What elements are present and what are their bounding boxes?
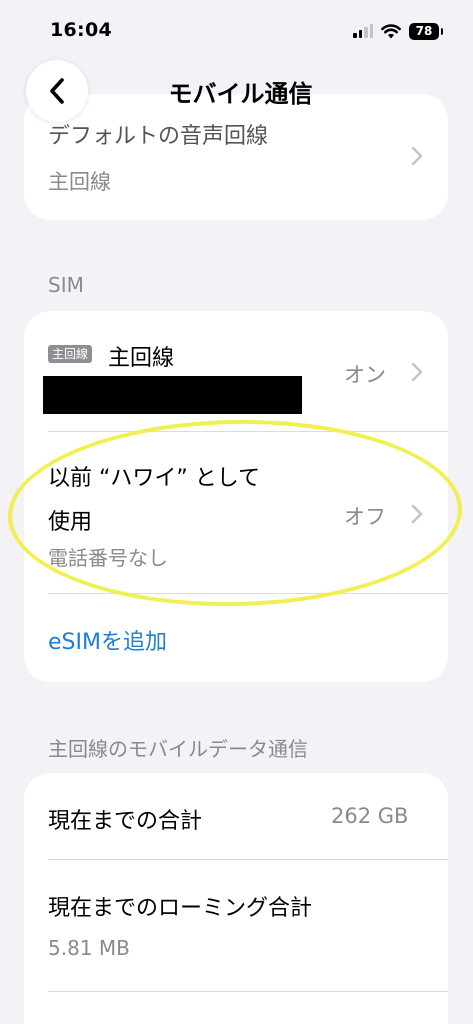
previous-sim-subtitle: 電話番号なし <box>48 546 168 570</box>
status-bar: 16:04 78 <box>0 0 473 60</box>
primary-sim-status: オン <box>344 363 386 387</box>
primary-line-badge: 主回線 <box>48 345 93 363</box>
chevron-right-icon <box>411 362 423 382</box>
data-usage-total-label: 現在までの合計 <box>48 809 203 834</box>
default-voice-line-value: 主回線 <box>48 170 111 194</box>
data-usage-total-row: 現在までの合計 262 GB <box>24 773 448 859</box>
default-voice-line-label: デフォルトの音声回線 <box>48 124 269 149</box>
previous-sim-label-line1: 以前 “ハワイ” として <box>48 466 261 491</box>
status-time: 16:04 <box>50 19 112 41</box>
chevron-right-icon <box>411 146 423 166</box>
chevron-left-icon <box>50 78 64 104</box>
battery-icon: 78 <box>409 22 443 40</box>
wifi-icon <box>381 23 401 38</box>
data-section-header: 主回線のモバイルデータ通信 <box>48 737 308 761</box>
sim-card: 主回線 主回線 オン 以前 “ハワイ” として 使用 電話番号なし オフ eSI… <box>24 311 448 682</box>
roaming-total-value: 5.81 MB <box>48 936 130 960</box>
previous-sim-status: オフ <box>344 505 386 529</box>
previous-sim-label-line2: 使用 <box>48 510 93 535</box>
data-usage-card: 現在までの合計 262 GB 現在までのローミング合計 5.81 MB <box>24 773 448 1024</box>
divider <box>48 593 448 594</box>
cellular-signal-icon <box>353 24 373 38</box>
redacted-phone-number <box>43 376 302 414</box>
divider <box>48 991 448 992</box>
roaming-total-label: 現在までのローミング合計 <box>48 896 313 921</box>
data-usage-total-value: 262 GB <box>331 804 409 828</box>
back-button[interactable] <box>26 60 88 122</box>
primary-sim-row[interactable]: 主回線 主回線 オン <box>24 311 448 431</box>
default-voice-line-row[interactable]: デフォルトの音声回線 主回線 <box>24 94 448 220</box>
chevron-right-icon <box>411 504 423 524</box>
roaming-total-row: 現在までのローミング合計 5.81 MB <box>24 860 448 990</box>
primary-sim-label: 主回線 <box>108 346 175 371</box>
status-icons: 78 <box>353 20 443 42</box>
previous-sim-row[interactable]: 以前 “ハワイ” として 使用 電話番号なし オフ <box>24 432 448 592</box>
add-esim-button[interactable]: eSIMを追加 <box>48 624 167 656</box>
sim-section-header: SIM <box>48 273 84 297</box>
